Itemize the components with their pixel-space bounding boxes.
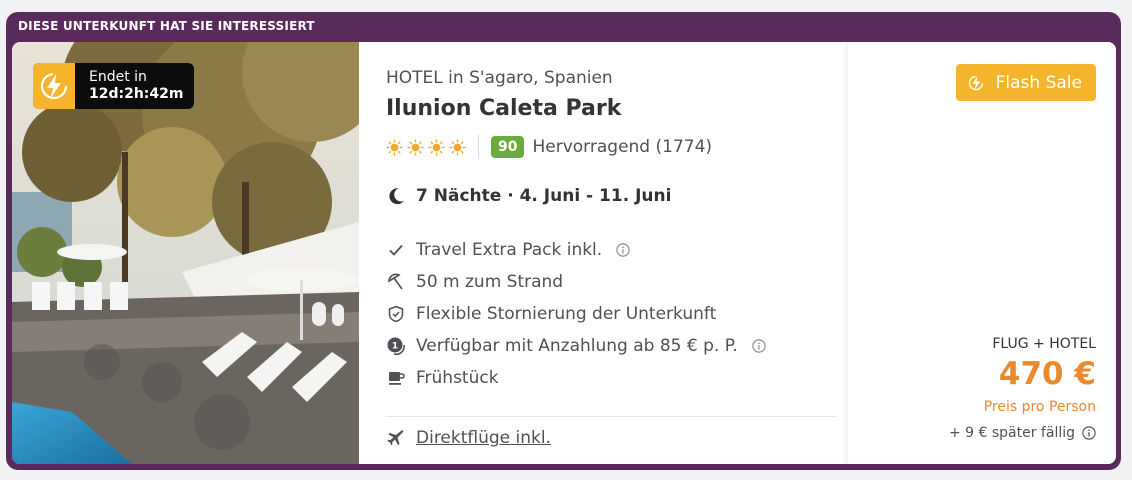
hotel-offer-card[interactable]: Endet in 12d:2h:42m HOTEL in S'agaro, Sp…: [12, 42, 1116, 464]
shield-check-icon: [386, 304, 406, 324]
moon-icon: [389, 188, 404, 205]
sun-icon: [407, 138, 424, 156]
deal-countdown-badge: Endet in 12d:2h:42m: [33, 63, 195, 109]
later-due-fee: + 9 € später fällig: [949, 425, 1096, 441]
feature-label: Frühstück: [416, 368, 499, 388]
svg-text:1: 1: [392, 342, 398, 352]
feature-label: Flexible Stornierung der Unterkunft: [416, 304, 717, 324]
feature-label: Verfügbar mit Anzahlung ab 85 € p. P.: [416, 336, 738, 356]
flash-sale-label: Flash Sale: [995, 72, 1082, 93]
sun-icon: [386, 138, 403, 156]
coffee-cup-icon: [386, 368, 406, 388]
feature-deposit: 1 Verfügbar mit Anzahlung ab 85 € p. P.: [386, 334, 766, 358]
stay-nights-dates: 7 Nächte · 4. Juni - 11. Juni: [416, 186, 672, 206]
section-divider: [386, 416, 836, 417]
sun-icon: [428, 138, 445, 156]
info-icon[interactable]: [616, 243, 630, 257]
feature-beach-distance: 50 m zum Strand: [386, 270, 563, 294]
hotel-type-location: HOTEL in S'agaro, Spanien: [386, 68, 613, 88]
deposit-coin-icon: 1: [386, 336, 406, 356]
flash-sale-button[interactable]: Flash Sale: [955, 64, 1096, 101]
price-amount: 470 €: [998, 356, 1096, 392]
review-score-text[interactable]: Hervorragend (1774): [532, 137, 712, 157]
later-due-label: + 9 € später fällig: [948, 425, 1075, 441]
feature-label: 50 m zum Strand: [416, 272, 564, 292]
hotel-photo[interactable]: Endet in 12d:2h:42m: [12, 42, 359, 464]
check-icon: [386, 240, 406, 260]
review-score-badge: 90: [491, 136, 525, 158]
stay-dates: 7 Nächte · 4. Juni - 11. Juni: [386, 186, 671, 206]
direct-flights-link[interactable]: Direktflüge inkl.: [416, 428, 551, 448]
lightning-icon: [33, 63, 75, 109]
airplane-icon: [386, 428, 406, 448]
info-icon[interactable]: [1082, 426, 1096, 440]
feature-travel-extra-pack: Travel Extra Pack inkl.: [386, 238, 630, 262]
flash-icon: [968, 75, 983, 90]
price-per-person-label: Preis pro Person: [983, 399, 1096, 415]
feature-flexible-cancellation: Flexible Stornierung der Unterkunft: [386, 302, 716, 326]
deal-countdown: 12d:2h:42m: [89, 86, 184, 102]
package-type: FLUG + HOTEL: [992, 336, 1096, 352]
recently-viewed-label: DIESE UNTERKUNFT HAT SIE INTERESSIERT: [18, 19, 315, 33]
deal-ends-label: Endet in: [89, 69, 147, 85]
info-icon[interactable]: [752, 339, 766, 353]
flights-row: Direktflüge inkl.: [386, 428, 551, 448]
price-panel: Flash Sale FLUG + HOTEL 470 € Preis pro …: [848, 42, 1116, 464]
hotel-name[interactable]: Ilunion Caleta Park: [386, 96, 621, 121]
sun-icon: [449, 138, 466, 156]
hotel-info: HOTEL in S'agaro, Spanien Ilunion Caleta…: [380, 42, 836, 464]
star-rating: [386, 138, 466, 156]
beach-umbrella-icon: [386, 272, 406, 292]
recently-viewed-frame: DIESE UNTERKUNFT HAT SIE INTERESSIERT En…: [6, 12, 1121, 470]
feature-label: Travel Extra Pack inkl.: [416, 240, 603, 260]
feature-breakfast: Frühstück: [386, 366, 499, 390]
rating-divider: [478, 135, 479, 159]
rating-row: 90 Hervorragend (1774): [386, 134, 712, 160]
